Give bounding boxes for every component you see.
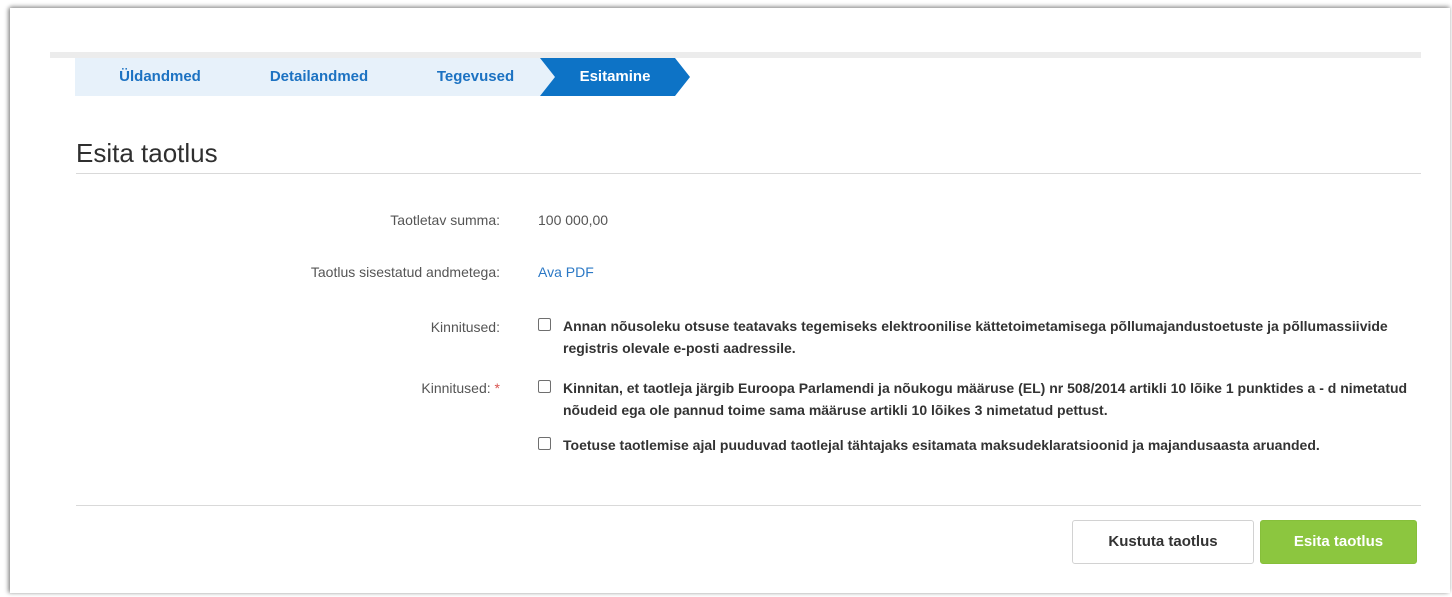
step-tegevused[interactable]: Tegevused <box>393 58 558 96</box>
pdf-label: Taotlus sisestatud andmetega: <box>310 264 500 280</box>
consent-text: Annan nõusoleku otsuse teatavaks tegemis… <box>563 318 1388 356</box>
confirmation-row-2: Kinnitan, et taotleja järgib Euroopa Par… <box>538 377 1418 421</box>
consent-checkbox[interactable] <box>538 318 551 331</box>
regulation-checkbox[interactable] <box>538 380 551 393</box>
tax-declaration-text: Toetuse taotlemise ajal puuduvad taotlej… <box>563 437 1320 453</box>
confirmation-row-1: Annan nõusoleku otsuse teatavaks tegemis… <box>538 315 1418 359</box>
confirmations-label-text: Kinnitused: <box>421 380 491 396</box>
tax-declaration-checkbox[interactable] <box>538 437 551 450</box>
step-detailandmed[interactable]: Detailandmed <box>223 58 415 96</box>
page-title: Esita taotlus <box>76 138 218 168</box>
confirmation-row-3: Toetuse taotlemise ajal puuduvad taotlej… <box>538 434 1418 456</box>
submit-application-button[interactable]: Esita taotlus <box>1260 520 1417 564</box>
amount-label: Taotletav summa: <box>390 212 500 228</box>
amount-value: 100 000,00 <box>538 212 609 228</box>
footer-divider <box>76 505 1421 506</box>
required-marker: * <box>494 380 500 396</box>
step-esitamine[interactable]: Esitamine <box>540 58 690 96</box>
confirmations-required-label: Kinnitused: * <box>60 380 500 396</box>
wizard-steps: Üldandmed Detailandmed Tegevused Esitami… <box>50 52 1421 96</box>
open-pdf-link[interactable]: Ava PDF <box>538 264 594 280</box>
wizard-steps-track <box>50 52 1421 58</box>
regulation-text: Kinnitan, et taotleja järgib Euroopa Par… <box>563 380 1408 418</box>
delete-application-button[interactable]: Kustuta taotlus <box>1072 520 1254 564</box>
title-divider <box>76 173 1421 174</box>
confirmations-label: Kinnitused: <box>430 319 500 335</box>
step-uldandmed[interactable]: Üldandmed <box>75 58 245 96</box>
